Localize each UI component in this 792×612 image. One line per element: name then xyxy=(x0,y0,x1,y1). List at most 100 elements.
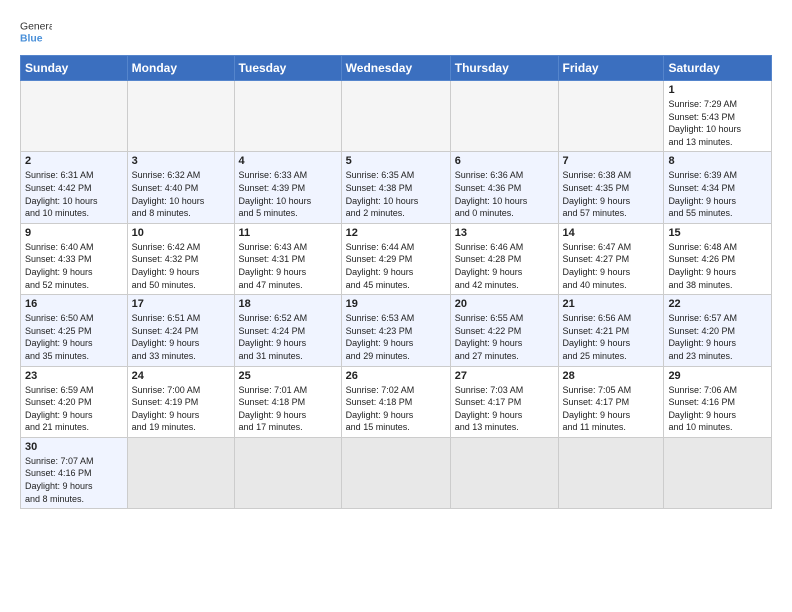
day-info: Sunrise: 6:52 AM Sunset: 4:24 PM Dayligh… xyxy=(239,312,337,362)
day-number: 30 xyxy=(25,441,123,453)
day-number: 5 xyxy=(346,155,446,167)
calendar-cell: 29 Sunrise: 7:06 AM Sunset: 4:16 PM Dayli… xyxy=(664,366,772,437)
calendar-cell: 14 Sunrise: 6:47 AM Sunset: 4:27 PM Dayli… xyxy=(558,223,664,294)
calendar-cell: 30Sunrise: 7:07 AM Sunset: 4:16 PM Dayli… xyxy=(21,437,128,508)
calendar-week-row: 30Sunrise: 7:07 AM Sunset: 4:16 PM Dayli… xyxy=(21,437,772,508)
header: General Blue xyxy=(20,15,772,47)
calendar-cell xyxy=(341,437,450,508)
calendar-cell: 11Sunrise: 6:43 AM Sunset: 4:31 PM Dayli… xyxy=(234,223,341,294)
day-info: Sunrise: 7:06 AM Sunset: 4:16 PM Dayligh… xyxy=(668,384,767,434)
day-number: 21 xyxy=(563,298,660,310)
day-number: 29 xyxy=(668,370,767,382)
day-number: 13 xyxy=(455,227,554,239)
calendar-week-row: 9Sunrise: 6:40 AM Sunset: 4:33 PM Daylig… xyxy=(21,223,772,294)
day-header-wednesday: Wednesday xyxy=(341,56,450,81)
day-info: Sunrise: 6:55 AM Sunset: 4:22 PM Dayligh… xyxy=(455,312,554,362)
calendar-cell: 24 Sunrise: 7:00 AM Sunset: 4:19 PM Dayli… xyxy=(127,366,234,437)
day-info: Sunrise: 7:00 AM Sunset: 4:19 PM Dayligh… xyxy=(132,384,230,434)
day-info: Sunrise: 7:05 AM Sunset: 4:17 PM Dayligh… xyxy=(563,384,660,434)
day-number: 6 xyxy=(455,155,554,167)
day-info: Sunrise: 6:51 AM Sunset: 4:24 PM Dayligh… xyxy=(132,312,230,362)
day-info: Sunrise: 6:57 AM Sunset: 4:20 PM Dayligh… xyxy=(668,312,767,362)
calendar-cell xyxy=(450,81,558,152)
day-number: 1 xyxy=(668,84,767,96)
svg-text:Blue: Blue xyxy=(20,33,43,44)
day-info: Sunrise: 7:02 AM Sunset: 4:18 PM Dayligh… xyxy=(346,384,446,434)
day-info: Sunrise: 6:39 AM Sunset: 4:34 PM Dayligh… xyxy=(668,169,767,219)
calendar-cell: 6 Sunrise: 6:36 AM Sunset: 4:36 PM Daylig… xyxy=(450,152,558,223)
day-info: Sunrise: 7:01 AM Sunset: 4:18 PM Dayligh… xyxy=(239,384,337,434)
day-info: Sunrise: 6:33 AM Sunset: 4:39 PM Dayligh… xyxy=(239,169,337,219)
logo: General Blue xyxy=(20,15,52,47)
calendar-cell: 20Sunrise: 6:55 AM Sunset: 4:22 PM Dayli… xyxy=(450,295,558,366)
day-number: 19 xyxy=(346,298,446,310)
calendar-cell xyxy=(558,81,664,152)
day-info: Sunrise: 6:44 AM Sunset: 4:29 PM Dayligh… xyxy=(346,241,446,291)
day-info: Sunrise: 6:35 AM Sunset: 4:38 PM Dayligh… xyxy=(346,169,446,219)
day-header-tuesday: Tuesday xyxy=(234,56,341,81)
day-number: 23 xyxy=(25,370,123,382)
calendar-cell: 3 Sunrise: 6:32 AM Sunset: 4:40 PM Daylig… xyxy=(127,152,234,223)
calendar-cell: 15Sunrise: 6:48 AM Sunset: 4:26 PM Dayli… xyxy=(664,223,772,294)
day-number: 27 xyxy=(455,370,554,382)
day-number: 26 xyxy=(346,370,446,382)
day-number: 2 xyxy=(25,155,123,167)
calendar-cell: 16Sunrise: 6:50 AM Sunset: 4:25 PM Dayli… xyxy=(21,295,128,366)
day-info: Sunrise: 6:32 AM Sunset: 4:40 PM Dayligh… xyxy=(132,169,230,219)
day-info: Sunrise: 6:42 AM Sunset: 4:32 PM Dayligh… xyxy=(132,241,230,291)
day-info: Sunrise: 6:31 AM Sunset: 4:42 PM Dayligh… xyxy=(25,169,123,219)
calendar-cell xyxy=(234,81,341,152)
calendar-cell: 12 Sunrise: 6:44 AM Sunset: 4:29 PM Dayli… xyxy=(341,223,450,294)
calendar-cell: 5 Sunrise: 6:35 AM Sunset: 4:38 PM Daylig… xyxy=(341,152,450,223)
day-header-thursday: Thursday xyxy=(450,56,558,81)
calendar-cell: 25 Sunrise: 7:01 AM Sunset: 4:18 PM Dayli… xyxy=(234,366,341,437)
calendar-cell: 23Sunrise: 6:59 AM Sunset: 4:20 PM Dayli… xyxy=(21,366,128,437)
calendar-cell xyxy=(450,437,558,508)
calendar-cell: 8Sunrise: 6:39 AM Sunset: 4:34 PM Daylig… xyxy=(664,152,772,223)
day-header-saturday: Saturday xyxy=(664,56,772,81)
calendar-cell: 21 Sunrise: 6:56 AM Sunset: 4:21 PM Dayli… xyxy=(558,295,664,366)
day-number: 24 xyxy=(132,370,230,382)
calendar-cell xyxy=(21,81,128,152)
calendar-cell xyxy=(664,437,772,508)
day-number: 25 xyxy=(239,370,337,382)
calendar-cell: 7Sunrise: 6:38 AM Sunset: 4:35 PM Daylig… xyxy=(558,152,664,223)
calendar-week-row: 23Sunrise: 6:59 AM Sunset: 4:20 PM Dayli… xyxy=(21,366,772,437)
calendar-cell xyxy=(127,81,234,152)
day-number: 7 xyxy=(563,155,660,167)
calendar-cell xyxy=(558,437,664,508)
day-info: Sunrise: 6:36 AM Sunset: 4:36 PM Dayligh… xyxy=(455,169,554,219)
day-number: 18 xyxy=(239,298,337,310)
day-info: Sunrise: 6:43 AM Sunset: 4:31 PM Dayligh… xyxy=(239,241,337,291)
day-number: 3 xyxy=(132,155,230,167)
day-info: Sunrise: 6:46 AM Sunset: 4:28 PM Dayligh… xyxy=(455,241,554,291)
calendar-cell: 13 Sunrise: 6:46 AM Sunset: 4:28 PM Dayli… xyxy=(450,223,558,294)
day-number: 14 xyxy=(563,227,660,239)
day-header-monday: Monday xyxy=(127,56,234,81)
calendar-cell xyxy=(234,437,341,508)
calendar-cell xyxy=(127,437,234,508)
day-number: 16 xyxy=(25,298,123,310)
day-number: 12 xyxy=(346,227,446,239)
calendar-cell xyxy=(341,81,450,152)
day-info: Sunrise: 6:40 AM Sunset: 4:33 PM Dayligh… xyxy=(25,241,123,291)
calendar-cell: 22 Sunrise: 6:57 AM Sunset: 4:20 PM Dayli… xyxy=(664,295,772,366)
day-info: Sunrise: 6:53 AM Sunset: 4:23 PM Dayligh… xyxy=(346,312,446,362)
calendar-cell: 2 Sunrise: 6:31 AM Sunset: 4:42 PM Daylig… xyxy=(21,152,128,223)
calendar-cell: 1Sunrise: 7:29 AM Sunset: 5:43 PM Daylig… xyxy=(664,81,772,152)
calendar-cell: 4 Sunrise: 6:33 AM Sunset: 4:39 PM Daylig… xyxy=(234,152,341,223)
svg-text:General: General xyxy=(20,21,52,32)
generalblue-logo-icon: General Blue xyxy=(20,15,52,47)
calendar-table: SundayMondayTuesdayWednesdayThursdayFrid… xyxy=(20,55,772,509)
day-number: 4 xyxy=(239,155,337,167)
calendar-week-row: 16Sunrise: 6:50 AM Sunset: 4:25 PM Dayli… xyxy=(21,295,772,366)
calendar-cell: 18 Sunrise: 6:52 AM Sunset: 4:24 PM Dayli… xyxy=(234,295,341,366)
calendar-cell: 10Sunrise: 6:42 AM Sunset: 4:32 PM Dayli… xyxy=(127,223,234,294)
calendar-cell: 17Sunrise: 6:51 AM Sunset: 4:24 PM Dayli… xyxy=(127,295,234,366)
day-header-sunday: Sunday xyxy=(21,56,128,81)
day-info: Sunrise: 6:47 AM Sunset: 4:27 PM Dayligh… xyxy=(563,241,660,291)
calendar-cell: 26 Sunrise: 7:02 AM Sunset: 4:18 PM Dayli… xyxy=(341,366,450,437)
day-info: Sunrise: 7:03 AM Sunset: 4:17 PM Dayligh… xyxy=(455,384,554,434)
day-number: 22 xyxy=(668,298,767,310)
day-info: Sunrise: 6:56 AM Sunset: 4:21 PM Dayligh… xyxy=(563,312,660,362)
